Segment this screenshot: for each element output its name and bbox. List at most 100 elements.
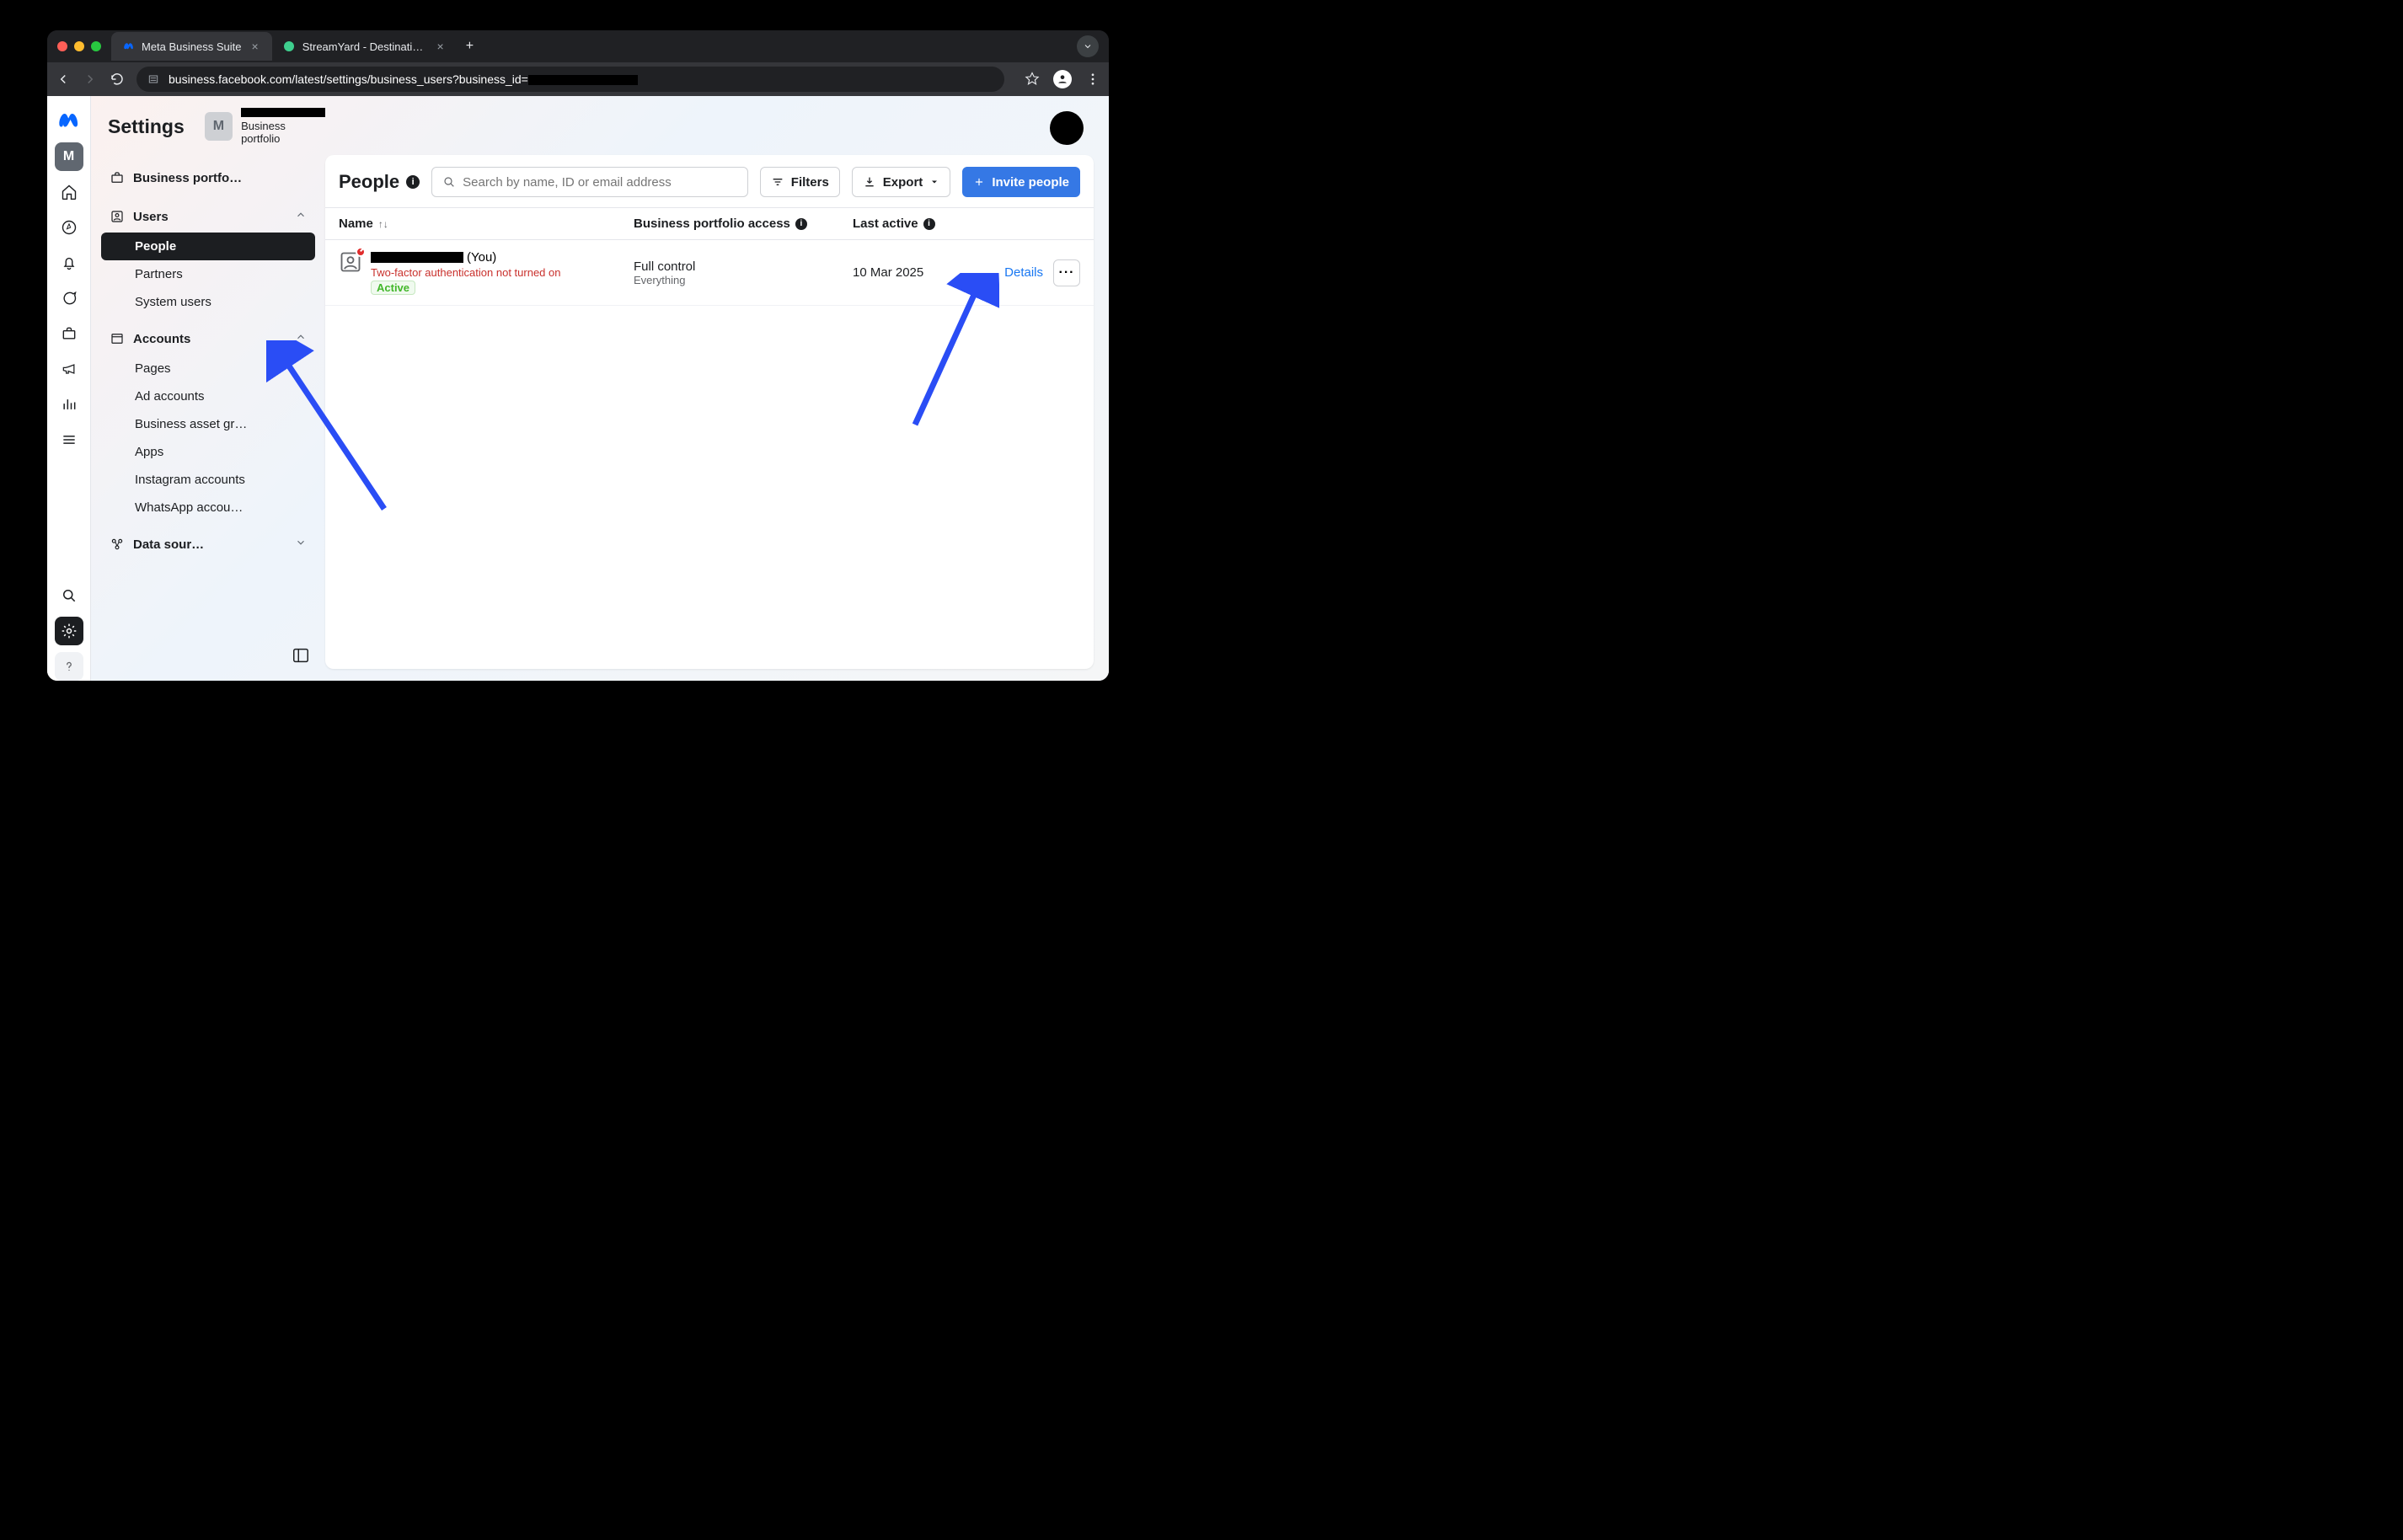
- rail-compass-icon[interactable]: [55, 213, 83, 242]
- url-text: business.facebook.com/latest/settings/bu…: [169, 72, 638, 86]
- new-tab-button[interactable]: +: [458, 39, 482, 54]
- card-toolbar: People i Filters Export: [325, 155, 1094, 208]
- maximize-window-button[interactable]: [91, 41, 101, 51]
- back-button[interactable]: [56, 72, 71, 87]
- reload-button[interactable]: [110, 72, 125, 87]
- rail-briefcase-icon[interactable]: [55, 319, 83, 348]
- rail-hamburger-icon[interactable]: [55, 425, 83, 454]
- user-avatar[interactable]: [1050, 111, 1084, 145]
- row-last-active: 10 Mar 2025: [853, 265, 987, 280]
- nav-item-business-asset-groups[interactable]: Business asset gr…: [101, 410, 315, 438]
- download-icon: [863, 175, 876, 189]
- tab-title: Meta Business Suite: [142, 40, 242, 53]
- search-icon: [442, 175, 456, 189]
- alert-badge-icon: [356, 247, 366, 257]
- tab-overflow-button[interactable]: [1077, 35, 1099, 57]
- url-field[interactable]: business.facebook.com/latest/settings/bu…: [136, 67, 1004, 92]
- card-title: People i: [339, 171, 420, 193]
- nav-item-ad-accounts[interactable]: Ad accounts: [101, 382, 315, 410]
- rail-portfolio-switcher[interactable]: M: [55, 142, 83, 171]
- bookmark-button[interactable]: [1025, 72, 1040, 87]
- close-tab-icon[interactable]: ×: [434, 40, 447, 53]
- rail-help-icon[interactable]: [55, 652, 83, 681]
- plus-icon: [973, 176, 985, 188]
- nav-item-pages[interactable]: Pages: [101, 355, 315, 382]
- column-header-last-active: Last active i: [853, 217, 987, 231]
- nav-item-partners[interactable]: Partners: [101, 260, 315, 288]
- settings-nav: Business portfo… Users People Partners S…: [91, 153, 325, 560]
- search-input[interactable]: [431, 167, 748, 197]
- meta-logo[interactable]: [57, 108, 81, 136]
- nav-group-users[interactable]: Users: [101, 201, 315, 233]
- tab-meta-business-suite[interactable]: Meta Business Suite ×: [111, 32, 272, 61]
- nav-item-instagram-accounts[interactable]: Instagram accounts: [101, 466, 315, 494]
- tab-strip: Meta Business Suite × StreamYard - Desti…: [111, 32, 1077, 61]
- rail-analytics-icon[interactable]: [55, 390, 83, 419]
- rail-megaphone-icon[interactable]: [55, 355, 83, 383]
- rail-home-icon[interactable]: [55, 178, 83, 206]
- nav-group-accounts[interactable]: Accounts: [101, 323, 315, 355]
- export-button[interactable]: Export: [852, 167, 951, 197]
- browser-window: Meta Business Suite × StreamYard - Desti…: [47, 30, 1109, 681]
- nav-item-apps[interactable]: Apps: [101, 438, 315, 466]
- site-settings-icon: [147, 72, 160, 86]
- filters-icon: [771, 175, 784, 189]
- portfolio-chip: M: [205, 112, 233, 141]
- nav-item-people[interactable]: People: [101, 233, 315, 260]
- info-icon[interactable]: i: [795, 218, 807, 230]
- filters-button[interactable]: Filters: [760, 167, 840, 197]
- invite-people-button[interactable]: Invite people: [962, 167, 1080, 197]
- nav-group-data-sources[interactable]: Data sour…: [101, 528, 315, 560]
- tab-title: StreamYard - Destinations: [302, 40, 427, 53]
- info-icon[interactable]: i: [923, 218, 935, 230]
- portfolio-selector[interactable]: M Business portfolio: [205, 108, 326, 145]
- profile-button[interactable]: [1053, 70, 1072, 88]
- row-actions-menu[interactable]: ···: [1053, 259, 1080, 286]
- twofa-warning: Two-factor authentication not turned on: [371, 266, 560, 279]
- info-icon[interactable]: i: [406, 175, 420, 189]
- table-row[interactable]: (You) Two-factor authentication not turn…: [325, 240, 1094, 306]
- people-card: People i Filters Export: [325, 155, 1094, 669]
- titlebar: Meta Business Suite × StreamYard - Desti…: [47, 30, 1109, 62]
- rail-search-icon[interactable]: [55, 581, 83, 610]
- person-name: (You): [371, 250, 560, 265]
- chevron-up-icon: [295, 209, 307, 224]
- chevron-down-icon: [1083, 41, 1093, 51]
- minimize-window-button[interactable]: [74, 41, 84, 51]
- column-header-name[interactable]: Name ↑↓: [339, 217, 634, 231]
- browser-menu-button[interactable]: [1085, 72, 1100, 87]
- settings-title: Settings: [108, 115, 185, 138]
- rail-bell-icon[interactable]: [55, 249, 83, 277]
- redacted-name: [371, 252, 463, 263]
- content-area: Settings M Business portfolio Business p…: [91, 96, 1109, 681]
- rail-settings-icon[interactable]: [55, 617, 83, 645]
- chevron-down-icon: [295, 537, 307, 552]
- panel-collapse-icon: [292, 646, 310, 665]
- settings-sidebar: Settings M Business portfolio Business p…: [91, 96, 325, 681]
- tab-streamyard[interactable]: StreamYard - Destinations ×: [272, 32, 458, 61]
- redacted-url-segment: [528, 75, 638, 85]
- meta-favicon: [121, 40, 135, 53]
- rail-chat-icon[interactable]: [55, 284, 83, 313]
- row-access: Full control Everything: [634, 259, 853, 286]
- close-tab-icon[interactable]: ×: [249, 40, 262, 53]
- person-badge-icon: [339, 250, 362, 274]
- nav-item-system-users[interactable]: System users: [101, 288, 315, 316]
- users-icon: [110, 209, 125, 224]
- left-rail: M: [47, 96, 91, 681]
- collapse-sidebar-button[interactable]: [292, 646, 310, 669]
- address-bar: business.facebook.com/latest/settings/bu…: [47, 62, 1109, 96]
- nav-item-whatsapp-accounts[interactable]: WhatsApp accou…: [101, 494, 315, 521]
- close-window-button[interactable]: [57, 41, 67, 51]
- details-link[interactable]: Details: [1004, 265, 1043, 280]
- settings-header: Settings M Business portfolio: [91, 108, 325, 153]
- status-badge: Active: [371, 281, 415, 295]
- sort-icon: ↑↓: [378, 218, 388, 230]
- forward-button[interactable]: [83, 72, 98, 87]
- window-controls: [57, 41, 101, 51]
- page-viewport: M Settings M: [47, 96, 1109, 681]
- search-field[interactable]: [463, 175, 737, 190]
- briefcase-icon: [110, 170, 125, 185]
- nav-business-portfolio-info[interactable]: Business portfo…: [101, 162, 315, 194]
- portfolio-subtitle: Business portfolio: [241, 120, 326, 145]
